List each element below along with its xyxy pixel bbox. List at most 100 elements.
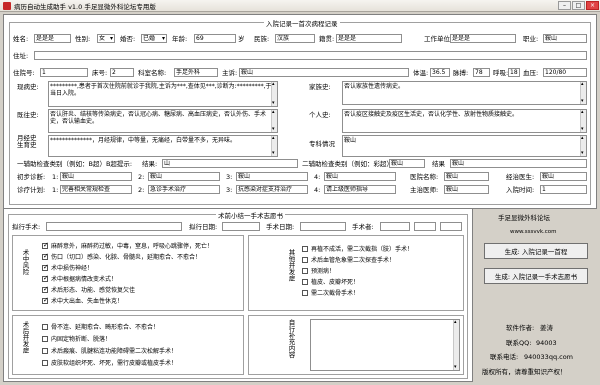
resident-input[interactable]: 鞍山: [540, 172, 587, 181]
menses-scrollbar[interactable]: [271, 136, 277, 156]
job-input[interactable]: 鞍山: [543, 34, 587, 43]
other-checkbox-2[interactable]: 术后血管危象需二次探查手术！: [302, 255, 395, 264]
exam2-result-input[interactable]: 鞍山: [450, 159, 587, 168]
operation-name-input[interactable]: [46, 222, 182, 231]
nation-label: 民族:: [254, 35, 270, 43]
bp-input[interactable]: 120/80: [543, 68, 587, 77]
other-checkbox-1[interactable]: 再植不成活，需二次截指（肢）手术！: [302, 244, 413, 253]
dept-input[interactable]: 手足外科: [174, 68, 218, 77]
past-history-scrollbar[interactable]: [271, 110, 277, 132]
personal-history-scrollbar[interactable]: [580, 110, 586, 132]
age-label: 年龄:: [172, 35, 188, 43]
risk-6-label: 术中大出血、失血性休克！: [51, 298, 124, 305]
resident-label: 经治医生:: [506, 173, 535, 181]
risk-checkbox-5[interactable]: 术后形态、功能、感觉恢复欠佳: [42, 285, 135, 294]
risk-2-label: 伤口（切口）感染、化脓、骨髓炎，延期愈合、不愈合！: [51, 254, 202, 261]
inpatient-no-input[interactable]: 1: [40, 68, 88, 77]
age-input[interactable]: 69: [194, 34, 236, 43]
surgeon-input-1[interactable]: [380, 222, 410, 231]
generate-consent-button[interactable]: 生成: 入院记录一手术志愿书: [484, 268, 588, 284]
resp-label: 呼吸:: [493, 69, 509, 77]
personal-history-textarea[interactable]: 否认疫区接触史及疫区生活史，否认化学性、放射性物质接触史。: [342, 109, 587, 133]
complication-4-label: 皮肤软组织坏死、坏死，需行皮瓣或植皮手术！: [51, 360, 178, 367]
diagnosis-4-input[interactable]: 鞍山: [324, 172, 396, 181]
plan-2-input[interactable]: 急诊手术治疗: [148, 185, 220, 194]
diagnosis-3-input[interactable]: 鞍山: [236, 172, 308, 181]
address-input[interactable]: [34, 51, 587, 60]
hospital-input[interactable]: 鞍山: [444, 172, 489, 181]
surgeon-input-3[interactable]: [440, 222, 462, 231]
other-3-label: 预测病！: [311, 268, 336, 275]
other-checkbox-5[interactable]: 需二次截骨手术！: [302, 288, 359, 297]
complication-1-label: 骨不连、延期愈合、畸形愈合、不愈合！: [51, 324, 160, 331]
exam2-result-label: 结果: [432, 160, 445, 168]
diagnosis-label: 初步诊断:: [17, 173, 46, 181]
origin-input[interactable]: 是是是: [336, 34, 402, 43]
plan-1-input[interactable]: 完善相关常规检查: [60, 185, 132, 194]
family-history-scrollbar[interactable]: [580, 82, 586, 104]
complication-checkbox-1[interactable]: 骨不连、延期愈合、畸形愈合、不愈合！: [42, 322, 159, 331]
exam2-type-input[interactable]: 鞍山: [389, 159, 425, 168]
exam2-label: 二辅助检查类别（例如：彩超）: [302, 160, 393, 168]
other-checkbox-3[interactable]: 预测病！: [302, 266, 335, 275]
family-history-textarea[interactable]: 否认家族性遗传病史。: [342, 81, 587, 105]
complication-checkbox-4[interactable]: 皮肤软组织坏死、坏死，需行皮瓣或植皮手术！: [42, 358, 177, 367]
operation-plan-date-label: 拟行日期:: [189, 223, 218, 231]
surgery-legend: 术前小结一手术志愿书: [216, 210, 285, 220]
age-unit-select[interactable]: 岁: [238, 35, 245, 43]
name-input[interactable]: 是是是: [34, 34, 71, 43]
risk-checkbox-3[interactable]: 术中损伤神经！: [42, 263, 93, 272]
hpi-textarea[interactable]: *********,患者于首次住院前就诊于我院,主诉为***,查体见***,诊断…: [48, 81, 278, 107]
special-text: 鞍山: [344, 137, 357, 144]
generate-admission-button[interactable]: 生成: 入院记录一首程: [484, 243, 588, 259]
exam1-input[interactable]: 山: [162, 159, 298, 168]
resp-input[interactable]: 18: [508, 68, 520, 77]
plan-label: 诊疗计划:: [17, 186, 46, 194]
complication-checkbox-2[interactable]: 内固定物折断、脱落！: [42, 334, 111, 343]
bed-no-input[interactable]: 2: [110, 68, 134, 77]
risk-4-label: 术中根据病情改变术式！: [51, 276, 118, 283]
pulse-input[interactable]: 78: [473, 68, 490, 77]
other-checkbox-4[interactable]: 植皮、皮瓣坏死！: [302, 277, 359, 286]
origin-label: 籍贯:: [319, 35, 335, 43]
forum-url[interactable]: www.sssvvk.com: [510, 228, 557, 236]
sex-select[interactable]: 女: [97, 34, 115, 43]
plan-4-input[interactable]: 请上级医师指导: [324, 185, 396, 194]
diagnosis-3-number: 3:: [226, 173, 233, 181]
personal-history-label: 个人史:: [309, 111, 331, 119]
maximize-button[interactable]: □: [572, 1, 585, 10]
risk-checkbox-2[interactable]: 伤口（切口）感染、化脓、骨髓炎，延期愈合、不愈合！: [42, 252, 201, 261]
operation-plan-date-input[interactable]: [222, 222, 260, 231]
app-icon: [3, 1, 11, 10]
risk-checkbox-4[interactable]: 术中根据病情改变术式！: [42, 274, 117, 283]
menses-textarea[interactable]: **************，月经规律，中等量，无痛经，白带量不多，无异味。: [48, 135, 278, 157]
window-title: 病历自动生成助手 v1.0 手足显微外科论坛专用版: [14, 2, 156, 11]
chief-doctor-input[interactable]: 鞍山: [444, 185, 489, 194]
special-scrollbar[interactable]: [580, 136, 586, 156]
work-input[interactable]: 是是是: [450, 34, 516, 43]
diagnosis-1-input[interactable]: 鞍山: [60, 172, 132, 181]
temp-input[interactable]: 36.5: [430, 68, 450, 77]
risk-checkbox-6[interactable]: 术中大出血、失血性休克！: [42, 296, 123, 305]
nation-input[interactable]: 汉族: [275, 34, 315, 43]
close-button[interactable]: ×: [586, 1, 599, 10]
risk-checkbox-1[interactable]: 麻醉意外，麻醉药过敏，中毒，窒息，呼吸心跳骤停，死亡！: [42, 241, 213, 250]
complaint-input[interactable]: 鞍山: [239, 68, 409, 77]
diagnosis-2-number: 2:: [138, 173, 145, 181]
phone-label: 联系电话:: [490, 353, 519, 361]
diagnosis-2-input[interactable]: 鞍山: [148, 172, 220, 181]
operation-date-input[interactable]: [300, 222, 346, 231]
plan-3-input[interactable]: 抗感染对症支持治疗: [236, 185, 308, 194]
past-history-textarea[interactable]: 否认肝炎、结核等传染病史，否认冠心病、糖尿病、高血压病史，否认外伤、手术史，否认…: [48, 109, 278, 133]
complication-checkbox-3[interactable]: 术后瘢痕、肌腱粘连功能障碍需二次松解手术！: [42, 346, 177, 355]
admission-legend: 入院记录一首次病程记录: [264, 18, 340, 28]
surgeon-input-2[interactable]: [414, 222, 436, 231]
notes-scrollbar[interactable]: [453, 320, 459, 370]
hpi-scrollbar[interactable]: [271, 82, 277, 106]
minimize-button[interactable]: –: [558, 1, 571, 10]
surgeon-label: 手术者:: [352, 223, 374, 231]
notes-textarea[interactable]: [310, 319, 460, 371]
marital-select[interactable]: 已婚: [141, 34, 167, 43]
admit-time-input[interactable]: 1: [540, 185, 587, 194]
special-textarea[interactable]: 鞍山: [342, 135, 587, 157]
